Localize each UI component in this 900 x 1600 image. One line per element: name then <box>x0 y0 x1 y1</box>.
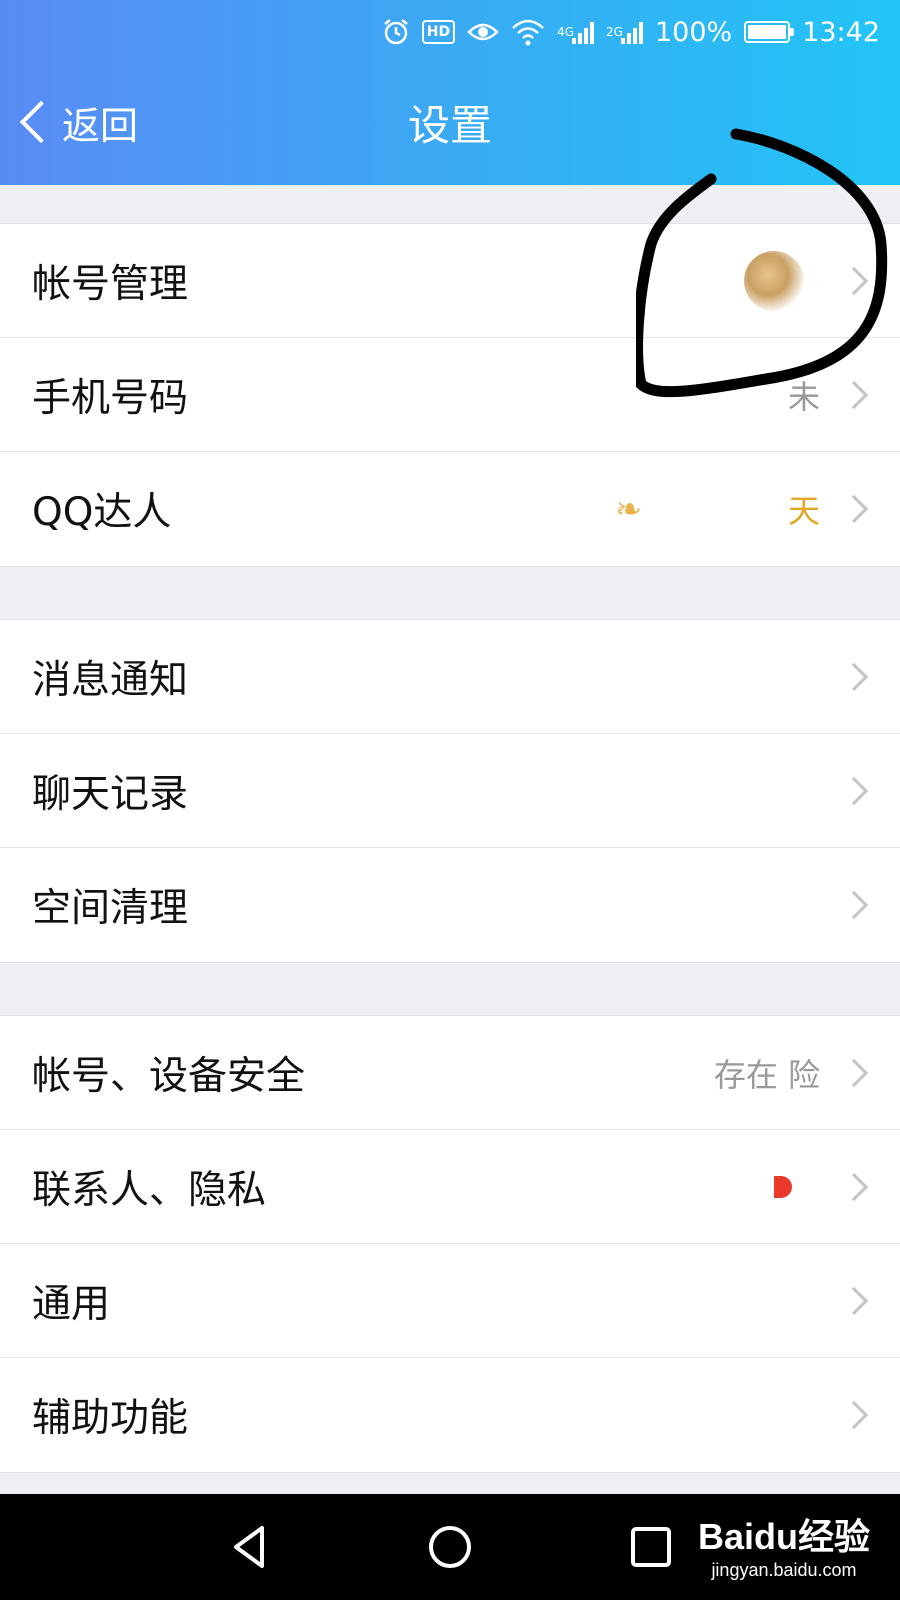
settings-row-notifications[interactable]: 消息通知 <box>0 620 900 734</box>
settings-row-chat-history[interactable]: 聊天记录 <box>0 734 900 848</box>
wing-icon: ❧ <box>615 490 642 528</box>
chevron-right-icon <box>839 662 869 691</box>
page-title: 设置 <box>407 101 492 150</box>
settings-row-contacts-privacy[interactable]: 联系人、隐私 <box>0 1130 900 1244</box>
settings-group-messages: 消息通知 聊天记录 空间清理 <box>0 619 900 963</box>
clock: 13:42 <box>802 16 880 48</box>
row-label: 聊天记录 <box>32 771 189 817</box>
eye-icon <box>467 20 499 44</box>
red-dot-icon <box>774 1175 792 1198</box>
settings-group-account: 帐号管理 手机号码 未 QQ达人 ❧ 天 <box>0 223 900 567</box>
chevron-right-icon <box>839 890 869 920</box>
chevron-right-icon <box>839 494 869 524</box>
row-label: 通用 <box>32 1281 111 1327</box>
row-label: 帐号、设备安全 <box>32 1053 306 1099</box>
row-value: 存在 险 <box>713 1055 820 1094</box>
circle-home-icon[interactable] <box>425 1522 475 1572</box>
alarm-icon <box>382 18 410 46</box>
chevron-right-icon <box>839 776 869 805</box>
settings-row-general[interactable]: 通用 <box>0 1244 900 1358</box>
row-label: 联系人、隐私 <box>32 1167 267 1213</box>
chevron-right-icon <box>839 266 869 295</box>
chevron-right-icon <box>839 380 869 409</box>
wifi-icon <box>511 18 545 46</box>
signal-bars-icon <box>572 20 595 44</box>
settings-row-account-device-security[interactable]: 帐号、设备安全 存在 险 <box>0 1016 900 1130</box>
signal-bars-icon <box>620 20 643 44</box>
settings-row-accessibility[interactable]: 辅助功能 <box>0 1358 900 1472</box>
triangle-back-icon[interactable] <box>226 1522 276 1572</box>
hd-badge: HD <box>421 20 456 44</box>
chevron-right-icon <box>839 1058 869 1087</box>
settings-group-security: 帐号、设备安全 存在 险 联系人、隐私 通用 辅助功能 <box>0 1015 900 1473</box>
settings-row-storage-cleanup[interactable]: 空间清理 <box>0 848 900 962</box>
row-label: 空间清理 <box>32 886 189 931</box>
row-label: 帐号管理 <box>32 261 189 307</box>
chevron-right-icon <box>839 1400 869 1430</box>
row-value: 未 <box>787 377 820 416</box>
square-recent-icon[interactable] <box>626 1522 676 1572</box>
signal-4g-indicator: 4G <box>557 20 595 44</box>
battery-percent: 100% <box>654 16 733 48</box>
title-bar: HD 4G 2G 100% 13:42 返回 设置 <box>0 0 900 185</box>
settings-row-qq-expert[interactable]: QQ达人 ❧ 天 <box>0 452 900 566</box>
chevron-right-icon <box>839 1286 869 1315</box>
row-label: 手机号码 <box>32 375 189 421</box>
status-bar: HD 4G 2G 100% 13:42 <box>382 12 880 52</box>
avatar <box>744 250 804 311</box>
watermark-url: jingyan.baidu.com <box>711 1560 857 1580</box>
row-label: 消息通知 <box>32 657 189 703</box>
row-label: 辅助功能 <box>32 1396 189 1441</box>
navigation-bar: Baidu经验 jingyan.baidu.com <box>0 1494 900 1600</box>
battery-icon <box>744 21 795 43</box>
row-label: QQ达人 <box>32 490 172 535</box>
watermark-title: Baidu经验 <box>697 1516 870 1557</box>
signal-2g-indicator: 2G <box>606 20 643 44</box>
settings-row-account-management[interactable]: 帐号管理 <box>0 224 900 338</box>
settings-row-phone-number[interactable]: 手机号码 未 <box>0 338 900 452</box>
chevron-right-icon <box>839 1172 869 1201</box>
row-value: 天 <box>787 492 820 530</box>
watermark: Baidu经验 jingyan.baidu.com <box>698 1508 870 1581</box>
